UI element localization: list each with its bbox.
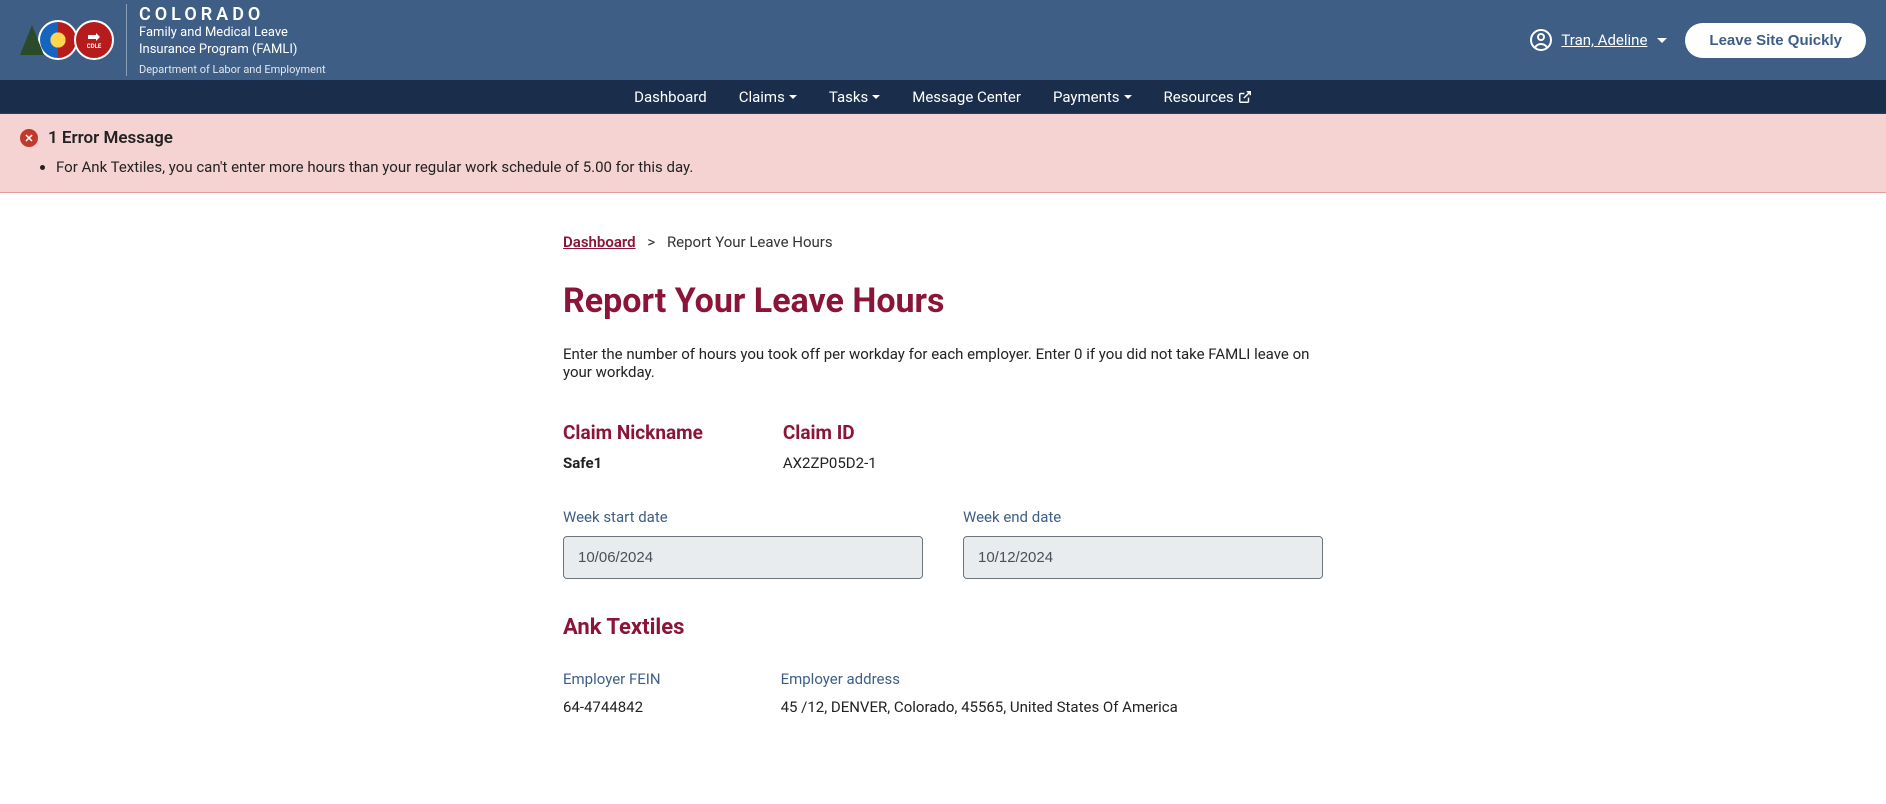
user-icon [1529,28,1553,52]
week-start-block: Week start date [563,508,923,579]
user-menu[interactable]: Tran, Adeline [1529,28,1667,52]
week-start-label: Week start date [563,508,923,526]
chevron-down-icon [1124,95,1132,99]
week-start-input [563,536,923,579]
claim-info-row: Claim Nickname Safe1 Claim ID AX2ZP05D2-… [563,421,1323,472]
week-end-block: Week end date [963,508,1323,579]
brand-text: COLORADO Family and Medical Leave Insura… [126,4,326,76]
page-title: Report Your Leave Hours [563,281,1323,321]
nav-payments[interactable]: Payments [1037,80,1148,113]
claim-nickname-block: Claim Nickname Safe1 [563,421,703,472]
date-row: Week start date Week end date [563,508,1323,579]
chevron-down-icon [872,95,880,99]
employer-address-block: Employer address 45 /12, DENVER, Colorad… [781,670,1178,716]
error-item: For Ank Textiles, you can't enter more h… [56,158,1866,176]
error-list: For Ank Textiles, you can't enter more h… [20,158,1866,176]
external-link-icon [1238,90,1252,104]
week-end-input [963,536,1323,579]
brand-department: Department of Labor and Employment [139,63,326,76]
breadcrumb-current: Report Your Leave Hours [667,233,833,251]
claim-id-block: Claim ID AX2ZP05D2-1 [783,421,877,472]
error-title-row: ✕ 1 Error Message [20,128,1866,148]
week-end-label: Week end date [963,508,1323,526]
leave-site-button[interactable]: Leave Site Quickly [1685,23,1866,58]
claim-nickname-value: Safe1 [563,454,703,472]
error-banner: ✕ 1 Error Message For Ank Textiles, you … [0,114,1886,193]
nav-tasks[interactable]: Tasks [813,80,896,113]
brand-state: COLORADO [139,4,326,25]
employer-name: Ank Textiles [563,615,1323,640]
main-nav: Dashboard Claims Tasks Message Center Pa… [0,80,1886,114]
colorado-seal-icon [38,20,78,60]
cdle-seal-icon: CDLE [74,20,114,60]
employer-fein-label: Employer FEIN [563,670,661,688]
breadcrumb-separator: > [647,233,655,251]
nav-claims[interactable]: Claims [723,80,813,113]
nav-dashboard[interactable]: Dashboard [618,80,723,113]
top-header: CDLE COLORADO Family and Medical Leave I… [0,0,1886,80]
brand-program-line1: Family and Medical Leave [139,25,326,42]
tree-icon [20,25,44,55]
brand-block: CDLE COLORADO Family and Medical Leave I… [20,4,326,76]
user-name: Tran, Adeline [1561,31,1647,49]
employer-fein-value: 64-4744842 [563,698,661,716]
breadcrumb: Dashboard > Report Your Leave Hours [563,233,1323,251]
claim-id-label: Claim ID [783,421,877,444]
error-title-text: 1 Error Message [48,128,173,148]
brand-program-line2: Insurance Program (FAMLI) [139,42,326,59]
logo-group: CDLE [20,20,114,60]
employer-fein-block: Employer FEIN 64-4744842 [563,670,661,716]
main-content: Dashboard > Report Your Leave Hours Repo… [543,193,1343,756]
claim-id-value: AX2ZP05D2-1 [783,454,877,472]
instructions: Enter the number of hours you took off p… [563,345,1323,381]
chevron-down-icon [1657,38,1667,43]
chevron-down-icon [789,95,797,99]
nav-resources[interactable]: Resources [1148,80,1268,113]
employer-address-label: Employer address [781,670,1178,688]
claim-nickname-label: Claim Nickname [563,421,703,444]
nav-message-center[interactable]: Message Center [896,80,1037,113]
employer-address-value: 45 /12, DENVER, Colorado, 45565, United … [781,698,1178,716]
breadcrumb-dashboard[interactable]: Dashboard [563,233,636,251]
header-right: Tran, Adeline Leave Site Quickly [1529,23,1866,58]
employer-info-row: Employer FEIN 64-4744842 Employer addres… [563,670,1323,716]
error-icon: ✕ [20,129,38,147]
